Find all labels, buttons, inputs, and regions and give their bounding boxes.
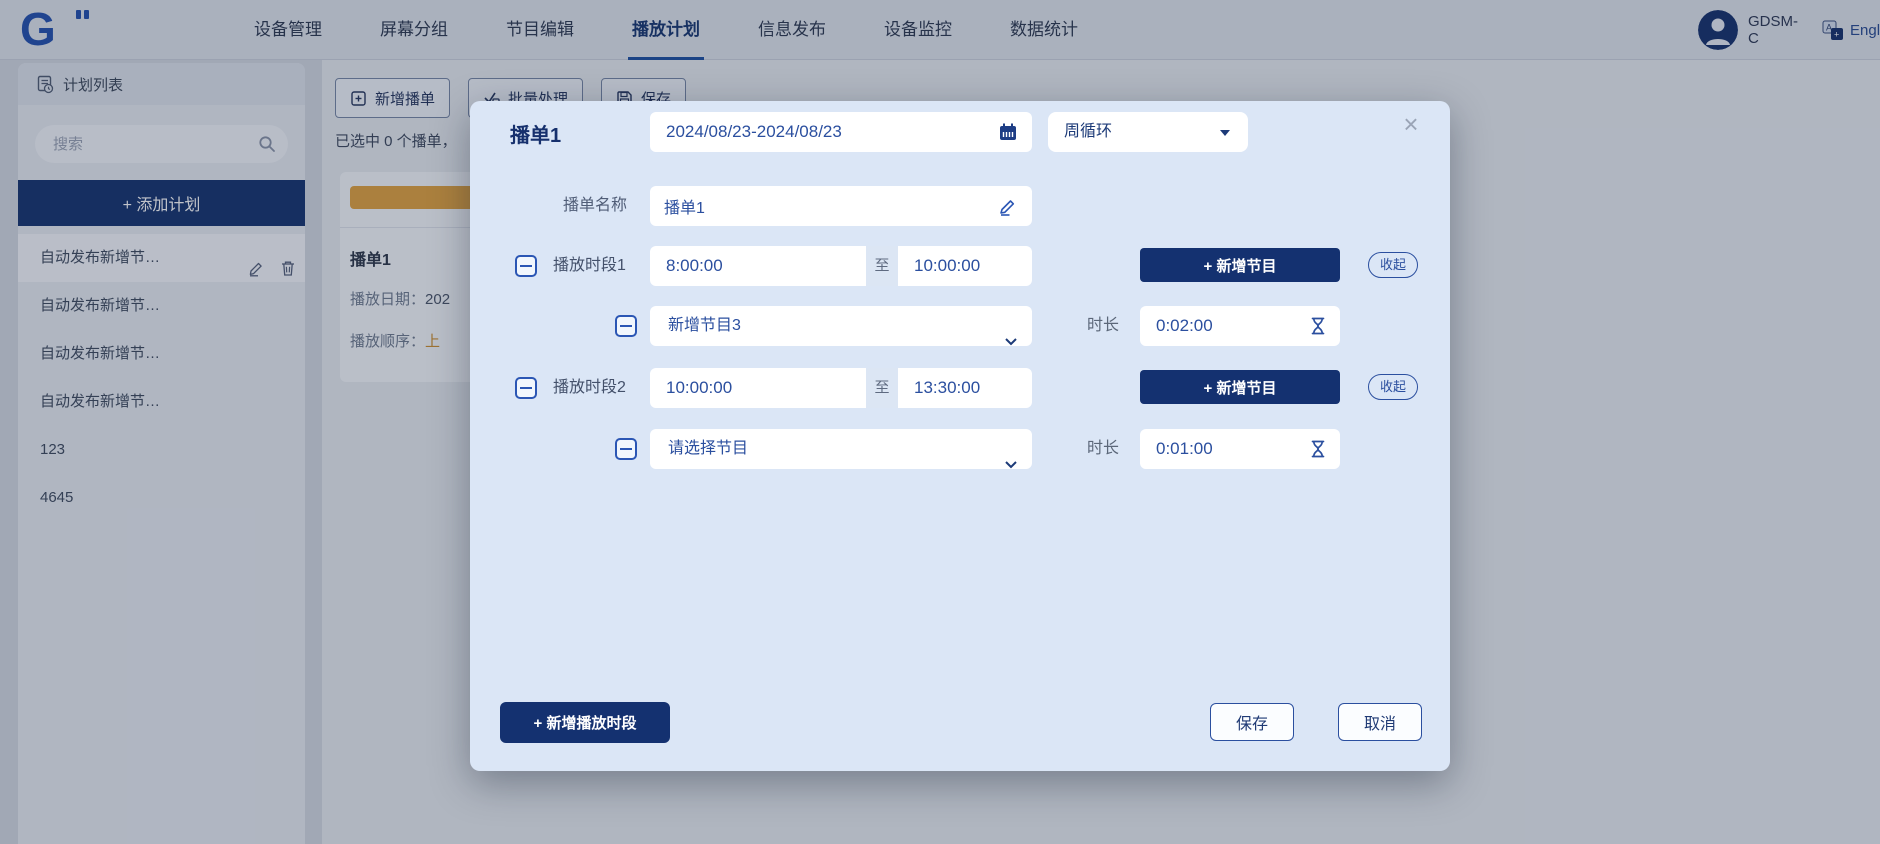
program-row: 请选择节目 时长 (470, 429, 1450, 469)
remove-program-icon[interactable] (615, 438, 637, 460)
end-time-input[interactable] (898, 368, 1032, 408)
duration-label: 时长 (1087, 429, 1119, 469)
playlist-edit-modal: 播单1 周循环 × 播单名称 (470, 101, 1450, 771)
time-separator: 至 (866, 246, 898, 286)
end-time-input[interactable] (898, 246, 1032, 286)
time-slot-row: 播放时段2 至 + 新增节目 收起 (470, 368, 1450, 408)
time-separator: 至 (866, 368, 898, 408)
program-select[interactable]: 新增节目3 (650, 306, 1032, 346)
calendar-icon[interactable] (998, 122, 1018, 147)
playlist-name-row: 播单名称 (470, 186, 1450, 226)
chevron-down-icon (1004, 322, 1018, 362)
repeat-mode-value: 周循环 (1064, 123, 1112, 140)
remove-section-icon[interactable] (515, 255, 537, 277)
add-time-slot-button[interactable]: + 新增播放时段 (500, 702, 670, 743)
collapse-button[interactable]: 收起 (1368, 374, 1418, 400)
collapse-button[interactable]: 收起 (1368, 252, 1418, 278)
add-program-button[interactable]: + 新增节目 (1140, 370, 1340, 404)
hourglass-icon[interactable] (1310, 317, 1326, 340)
save-button[interactable]: 保存 (1210, 703, 1294, 741)
chevron-down-icon (1004, 445, 1018, 485)
modal-title: 播单1 (510, 119, 561, 148)
remove-section-icon[interactable] (515, 377, 537, 399)
edit-pencil-icon[interactable] (998, 196, 1018, 221)
duration-label: 时长 (1087, 306, 1119, 346)
time-slot-label: 播放时段2 (553, 368, 626, 408)
playlist-name-label: 播单名称 (563, 186, 627, 226)
caret-down-icon (1220, 130, 1230, 136)
program-select-value: 请选择节目 (668, 440, 748, 457)
close-icon[interactable]: × (1398, 111, 1424, 137)
start-time-input[interactable] (650, 246, 866, 286)
repeat-mode-select[interactable]: 周循环 (1048, 112, 1248, 152)
program-select[interactable]: 请选择节目 (650, 429, 1032, 469)
hourglass-icon[interactable] (1310, 440, 1326, 463)
time-slot-row: 播放时段1 至 + 新增节目 收起 (470, 246, 1450, 286)
add-program-button[interactable]: + 新增节目 (1140, 248, 1340, 282)
date-range-input[interactable] (650, 112, 1032, 152)
playlist-name-input[interactable] (650, 186, 1032, 226)
time-slot-label: 播放时段1 (553, 246, 626, 286)
app-screen: G 设备管理 屏幕分组 节目编辑 播放计划 信息发布 设备监控 数据统计 GDS… (0, 0, 1880, 844)
program-row: 新增节目3 时长 (470, 306, 1450, 346)
start-time-input[interactable] (650, 368, 866, 408)
cancel-button[interactable]: 取消 (1338, 703, 1422, 741)
remove-program-icon[interactable] (615, 315, 637, 337)
program-select-value: 新增节目3 (668, 317, 741, 334)
